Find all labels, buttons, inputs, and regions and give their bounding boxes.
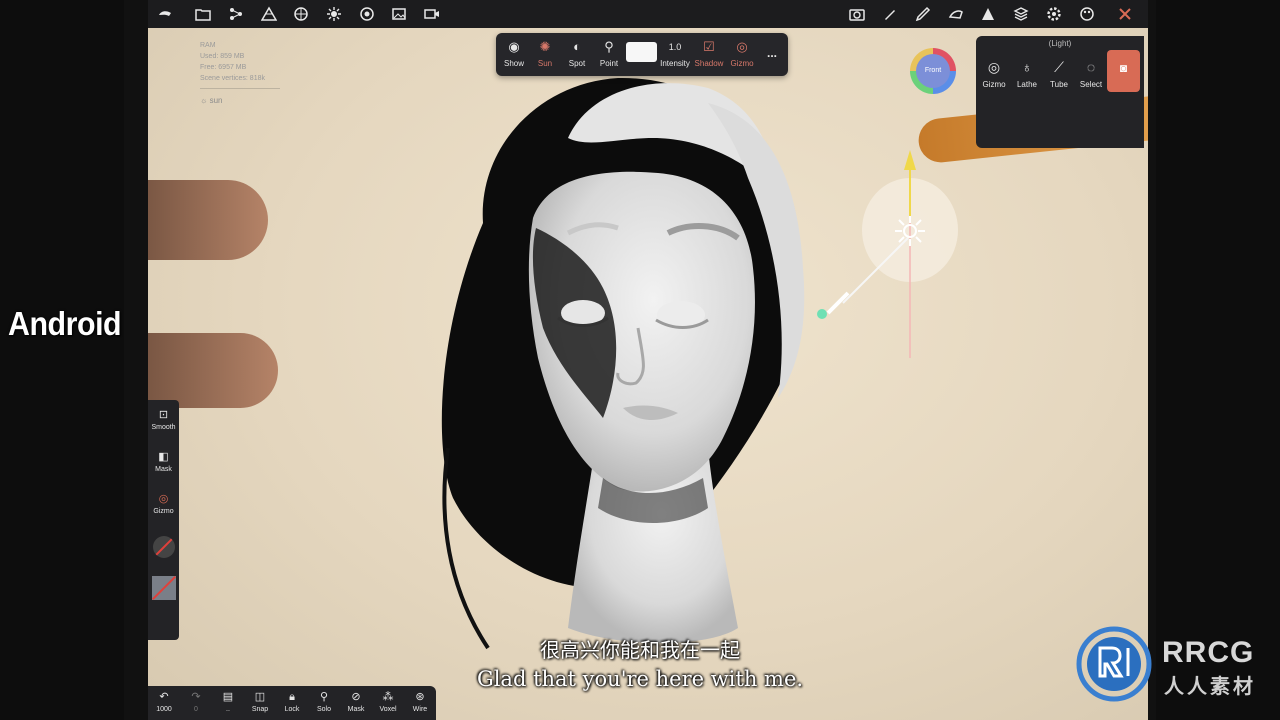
background-image-icon[interactable] [388,4,410,24]
sun-label: Sun [537,59,553,68]
redo-count: 0 [194,706,198,713]
sun-light-button[interactable]: ✺ Sun [527,37,563,68]
mask-tool[interactable]: ◧ Mask [148,448,179,473]
solo-label: Solo [316,706,331,713]
tablet-screen: RAM Used: 859 MB Free: 6957 MB Scene ver… [124,0,1156,720]
video-record-icon[interactable] [421,4,443,24]
wire-label: Wire [412,706,428,713]
spot-light-button[interactable]: ◐ Spot [559,37,595,68]
tool-select-label: Select [1079,80,1103,89]
left-toolbar: ⊡ Smooth ◧ Mask ◎ Gizmo [148,400,179,640]
tool-gizmo-label: Gizmo [982,80,1006,89]
brush-icon[interactable] [879,4,901,24]
tools-icon[interactable] [1114,4,1136,24]
folder-icon[interactable] [192,4,214,24]
mask-label: Mask [155,466,172,473]
platform-caption: Android [8,305,122,342]
point-light-button[interactable]: ⚲ Point [591,37,627,68]
gizmo-icon: ◎ [158,493,169,505]
smooth-tool[interactable]: ⊡ Smooth [148,406,179,431]
light-toolbar: ◉ Show ✺ Sun ◐ Spot ⚲ Point 1.0 Intensit… [496,33,788,76]
mask-bottom-label: Mask [347,706,365,713]
layers-icon[interactable] [1010,4,1032,24]
nomad-logo-icon[interactable] [154,4,176,24]
view-orientation-cube[interactable]: Front [910,48,956,94]
tool-camera[interactable]: ◙ [1107,50,1140,92]
light-color-swatch[interactable] [626,42,657,62]
lathe-icon: ♁ [1021,59,1033,75]
selected-light-name: sun [209,96,223,105]
postprocess-icon[interactable] [356,4,378,24]
spot-label: Spot [568,59,586,68]
selected-light-label[interactable]: ☼ sun [200,95,280,106]
intensity-slider-left[interactable] [148,572,179,604]
snap-label: Snap [251,706,269,713]
tool-tube-label: Tube [1050,80,1068,89]
shadow-label: Shadow [694,59,724,68]
tool-select[interactable]: ◌ Select [1075,54,1107,89]
tube-icon: ⟋ [1054,59,1064,75]
tool-tube[interactable]: ⟋ Tube [1043,54,1075,89]
finger-shape [148,333,278,408]
point-label: Point [599,59,619,68]
undo-count: 1000 [156,706,172,713]
palette-icon[interactable] [1076,4,1098,24]
top-toolbar [148,0,1148,28]
ram-label: RAM [200,42,216,49]
tool-panel: (Light) ◎ Gizmo ♁ Lathe ⟋ Tube ◌ Select [976,36,1144,148]
tool-panel-title: (Light) [1048,39,1072,48]
sculpt-viewport[interactable]: RAM Used: 859 MB Free: 6957 MB Scene ver… [148,28,1148,720]
view-cube-label: Front [916,54,950,88]
ram-free: Free: 6957 MB [200,64,247,71]
gizmo-handle[interactable] [817,309,827,319]
mask-icon: ◧ [158,451,169,463]
radius-circle-icon [152,536,175,558]
tool-lathe-label: Lathe [1016,80,1038,89]
checkbox-icon: ☑ [703,39,715,54]
lighting-sun-icon[interactable] [323,4,345,24]
shadow-toggle[interactable]: ☑ Shadow [691,37,727,68]
smooth-label: Smooth [151,424,176,431]
shading-icon[interactable] [977,4,999,24]
intensity-square-icon [151,576,176,600]
watermark-brand: RRCG [1162,636,1255,669]
gizmo-tool-icon: ◎ [987,59,1001,75]
intensity-label: Intensity [660,59,690,68]
tool-gizmo[interactable]: ◎ Gizmo [978,54,1010,89]
intensity-slider[interactable]: 1.0 Intensity [657,37,693,68]
pen-icon[interactable] [912,4,934,24]
topology-icon[interactable] [258,4,280,24]
watermark-brand-cn: 人人素材 [1164,674,1256,698]
camera-tool-icon: ◙ [1119,61,1128,75]
tool-lathe[interactable]: ♁ Lathe [1011,54,1043,89]
more-icon: ... [766,46,777,60]
more-options-button[interactable]: ... [754,43,790,63]
scene-tree-icon[interactable] [225,4,247,24]
clay-icon[interactable] [945,4,967,24]
spotlight-icon: ◐ [573,39,581,54]
intensity-value: 1.0 [668,42,682,52]
rrcg-logo-icon [1076,626,1152,702]
select-icon: ◌ [1086,59,1096,75]
rrcg-watermark: RRCG 人人素材 [1076,626,1276,706]
lock-label: Lock [284,706,300,713]
finger-shape [148,180,268,260]
gizmo-label: Gizmo [153,508,174,515]
divider [200,88,280,89]
video-frame: RAM Used: 859 MB Free: 6957 MB Scene ver… [0,0,1280,720]
camera-icon[interactable] [846,4,868,24]
gizmo-y-arrow[interactable] [904,150,916,170]
scene-vertices: Scene vertices: 818k [200,75,265,82]
pin-icon: ⚲ [604,39,614,54]
sun-icon: ✺ [539,39,551,54]
radius-slider[interactable] [148,532,179,562]
voxel-label: Voxel [379,706,397,713]
gizmo-tool[interactable]: ◎ Gizmo [148,490,179,515]
memory-stats: RAM Used: 859 MB Free: 6957 MB Scene ver… [200,40,280,106]
ram-used: Used: 859 MB [200,53,245,60]
settings-gear-icon[interactable] [1043,4,1065,24]
material-sphere-icon[interactable] [290,4,312,24]
smooth-icon: ⊡ [158,409,169,421]
